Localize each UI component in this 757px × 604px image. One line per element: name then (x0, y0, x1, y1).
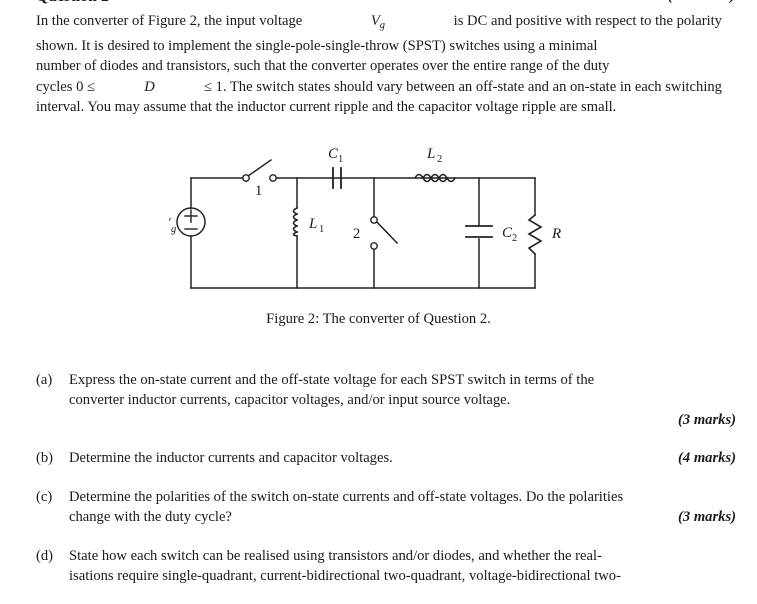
question-title: Question 2 (36, 0, 109, 6)
switch1-blade (246, 158, 272, 178)
part-b-line-1-text: Determine the inductor currents and capa… (69, 449, 393, 466)
label-inductor2: L (426, 146, 435, 162)
part-c-line-2-text: change with the duty cycle? (69, 509, 232, 526)
inductor-l1-coil-2 (292, 212, 298, 222)
switch1-terminal-right[interactable] (268, 174, 277, 182)
variable-vg: V (370, 13, 380, 29)
intro-line-4-text-b: ≤ 1. The switch states should vary betwe… (203, 78, 722, 95)
variable-d: D (144, 78, 155, 95)
intro-line-1: In the converter of Figure 2, the input … (36, 11, 722, 36)
inductor-l1-coil-1 (292, 206, 298, 216)
switch2-terminal-top[interactable] (369, 216, 378, 224)
intro-line-3: number of diodes and transistors, such t… (36, 58, 610, 75)
part-c-marks: (3 marks) (678, 509, 736, 526)
part-c-line-1: Determine the polarities of the switch o… (69, 488, 624, 505)
part-c-label: (c) (36, 488, 53, 505)
part-d-line-1: State how each switch can be realised us… (69, 546, 736, 566)
voltage-source-plus-sign (183, 209, 198, 223)
part-b-label: (b) (36, 449, 54, 466)
inductor-l1-coil-4 (292, 224, 298, 234)
label-inductor2-subscript: 2 (437, 154, 442, 165)
question-part-a: (a) Express the on-state current and the… (36, 370, 736, 431)
figure-2: V g 1 2 L 1 L 2 C 1 C 2 R (0, 140, 757, 328)
figure-caption: Figure 2: The converter of Question 2. (266, 311, 491, 327)
part-b-marks: (4 marks) (678, 449, 736, 466)
question-part-c: (c) Determine the polarities of the swit… (36, 487, 736, 527)
question-parts-list: (a) Express the on-state current and the… (36, 370, 736, 604)
part-c-line-2: change with the duty cycle? (3 marks) (69, 507, 736, 527)
label-resistor: R (551, 226, 561, 242)
label-capacitor2-subscript: 2 (512, 233, 517, 244)
intro-line-5: interval. You may assume that the induct… (36, 98, 617, 115)
label-switch1: 1 (255, 183, 262, 199)
label-inductor1: L (308, 216, 317, 232)
converter-circuit-diagram: V g 1 2 L 1 L 2 C 1 C 2 R (169, 146, 561, 289)
part-d-line-1-text: State how each switch can be realised us… (69, 548, 602, 565)
question-part-d: (d) State how each switch can be realise… (36, 546, 736, 586)
label-capacitor1-subscript: 1 (338, 154, 343, 165)
switch2-terminal-bottom[interactable] (369, 242, 378, 250)
question-total-marks: (14 marks) (668, 0, 735, 5)
question-intro-paragraph: In the converter of Figure 2, the input … (36, 11, 722, 117)
switch1-terminal-left[interactable] (241, 174, 250, 182)
part-b-line-1: Determine the inductor currents and capa… (69, 448, 736, 468)
switch2-blade (374, 219, 398, 245)
variable-vg-subscript: g (379, 19, 386, 31)
question-part-b: (b) Determine the inductor currents and … (36, 448, 736, 468)
part-a-marks: (3 marks) (678, 412, 736, 429)
resistor-r-zigzag (526, 213, 543, 256)
part-d-line-2: isations require single-quadrant, curren… (69, 568, 621, 585)
label-source-subscript: g (171, 224, 176, 235)
intro-line-4-text-a: cycles 0 ≤ (36, 78, 96, 95)
part-a-line-2: converter inductor currents, capacitor v… (69, 392, 511, 409)
label-inductor1-subscript: 1 (319, 224, 324, 235)
part-a-line-1-text: Express the on-state current and the off… (69, 372, 595, 388)
intro-line-2: shown. It is desired to implement the si… (36, 38, 598, 55)
inductor-l1-coil-3 (292, 218, 298, 228)
intro-line-1-text-b: is DC and positive with respect to the p… (453, 13, 722, 29)
page-header: Question 2 (14 marks) (36, 0, 735, 8)
part-a-label: (a) (36, 372, 53, 388)
intro-line-1-variable: Vg (371, 11, 385, 36)
intro-line-1-text-a: In the converter of Figure 2, the input … (36, 13, 303, 29)
part-a-line-1: Express the on-state current and the off… (69, 370, 736, 390)
inductor-l1-coil-5 (292, 230, 298, 237)
intro-line-4: cycles 0 ≤ D ≤ 1. The switch states shou… (36, 77, 722, 97)
document-page: Question 2 (14 marks) In the converter o… (0, 0, 757, 584)
part-d-label: (d) (36, 548, 54, 565)
label-switch2: 2 (353, 226, 360, 242)
